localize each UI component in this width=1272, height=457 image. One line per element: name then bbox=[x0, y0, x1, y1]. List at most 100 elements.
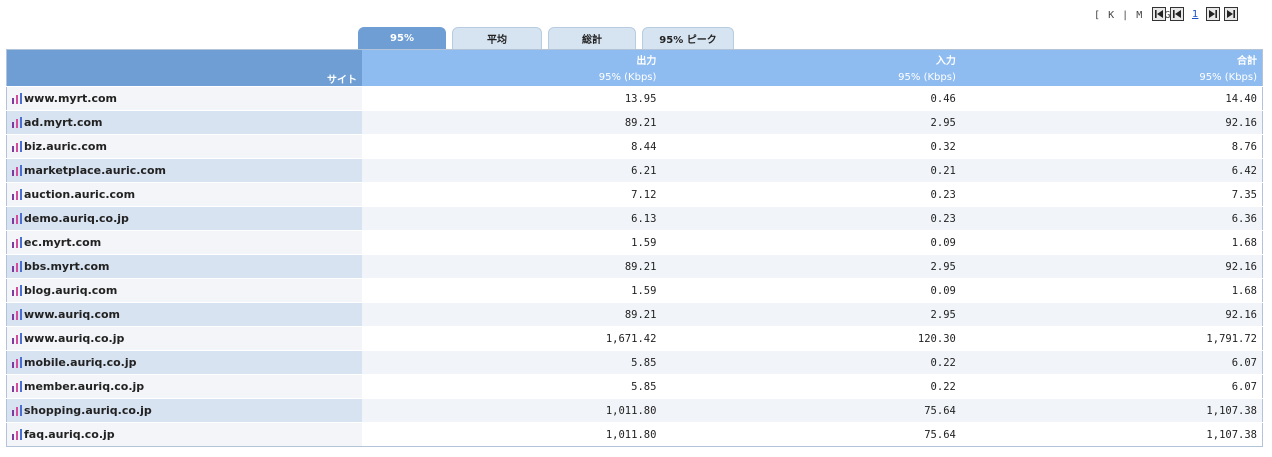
output-value: 8.44 bbox=[362, 134, 662, 159]
prev-page-button[interactable] bbox=[1170, 7, 1184, 21]
total-value: 14.40 bbox=[960, 86, 1263, 111]
input-value: 0.09 bbox=[661, 278, 961, 303]
total-value: 6.07 bbox=[960, 350, 1263, 375]
site-name[interactable]: auction.auric.com bbox=[24, 188, 135, 201]
first-page-icon bbox=[1155, 10, 1163, 18]
bar-chart-icon bbox=[12, 165, 22, 176]
site-cell[interactable]: ec.myrt.com bbox=[6, 230, 362, 255]
site-cell[interactable]: www.myrt.com bbox=[6, 86, 362, 111]
last-page-icon bbox=[1227, 10, 1236, 18]
input-value: 0.32 bbox=[661, 134, 961, 159]
bar-chart-icon bbox=[12, 285, 22, 296]
last-page-button[interactable] bbox=[1224, 7, 1239, 21]
site-name[interactable]: biz.auric.com bbox=[24, 140, 107, 153]
total-column-header[interactable]: 合計 bbox=[960, 49, 1263, 68]
page-number-link[interactable]: 1 bbox=[1188, 9, 1202, 20]
total-value: 7.35 bbox=[960, 182, 1263, 207]
site-cell[interactable]: www.auriq.com bbox=[6, 302, 362, 327]
output-value: 13.95 bbox=[362, 86, 662, 111]
site-name[interactable]: marketplace.auric.com bbox=[24, 164, 166, 177]
table-row: www.auriq.com 89.21 2.95 92.16 bbox=[6, 302, 1263, 327]
next-page-icon bbox=[1209, 10, 1218, 18]
input-value: 2.95 bbox=[661, 110, 961, 135]
site-name[interactable]: ec.myrt.com bbox=[24, 236, 101, 249]
input-value: 120.30 bbox=[661, 326, 961, 351]
total-value: 92.16 bbox=[960, 254, 1263, 279]
input-value: 0.23 bbox=[661, 182, 961, 207]
metric-tabs: 95% 平均 総計 95% ピーク bbox=[358, 27, 734, 49]
site-name[interactable]: www.auriq.com bbox=[24, 308, 120, 321]
output-value: 1,671.42 bbox=[362, 326, 662, 351]
output-value: 1,011.80 bbox=[362, 398, 662, 423]
output-column-header[interactable]: 出力 bbox=[362, 49, 662, 68]
table-row: blog.auriq.com 1.59 0.09 1.68 bbox=[6, 278, 1263, 303]
site-cell[interactable]: demo.auriq.co.jp bbox=[6, 206, 362, 231]
output-value: 5.85 bbox=[362, 350, 662, 375]
bracket-open: [ bbox=[1094, 10, 1102, 21]
bar-chart-icon bbox=[12, 405, 22, 416]
input-value: 2.95 bbox=[661, 254, 961, 279]
site-cell[interactable]: marketplace.auric.com bbox=[6, 158, 362, 183]
site-cell[interactable]: member.auriq.co.jp bbox=[6, 374, 362, 399]
output-value: 1.59 bbox=[362, 278, 662, 303]
header-row: サイト 出力 入力 合計 bbox=[6, 49, 1263, 87]
table-row: ad.myrt.com 89.21 2.95 92.16 bbox=[6, 110, 1263, 135]
site-name[interactable]: member.auriq.co.jp bbox=[24, 380, 144, 393]
tab-average[interactable]: 平均 bbox=[452, 27, 542, 49]
table-row: shopping.auriq.co.jp 1,011.80 75.64 1,107.3… bbox=[6, 398, 1263, 423]
site-name[interactable]: blog.auriq.com bbox=[24, 284, 117, 297]
bar-chart-icon bbox=[12, 237, 22, 248]
unit-k-link[interactable]: K bbox=[1108, 10, 1115, 21]
site-cell[interactable]: faq.auriq.co.jp bbox=[6, 422, 362, 447]
site-name[interactable]: demo.auriq.co.jp bbox=[24, 212, 129, 225]
output-value: 5.85 bbox=[362, 374, 662, 399]
table-row: member.auriq.co.jp 5.85 0.22 6.07 bbox=[6, 374, 1263, 399]
site-cell[interactable]: auction.auric.com bbox=[6, 182, 362, 207]
site-name[interactable]: ad.myrt.com bbox=[24, 116, 103, 129]
table-row: demo.auriq.co.jp 6.13 0.23 6.36 bbox=[6, 206, 1263, 231]
output-value: 89.21 bbox=[362, 254, 662, 279]
site-cell[interactable]: www.auriq.co.jp bbox=[6, 326, 362, 351]
bar-chart-icon bbox=[12, 381, 22, 392]
tab-95-percentile[interactable]: 95% bbox=[358, 27, 446, 49]
total-value: 6.42 bbox=[960, 158, 1263, 183]
site-cell[interactable]: mobile.auriq.co.jp bbox=[6, 350, 362, 375]
site-cell[interactable]: biz.auric.com bbox=[6, 134, 362, 159]
total-value: 92.16 bbox=[960, 302, 1263, 327]
next-page-button[interactable] bbox=[1206, 7, 1221, 21]
output-value: 6.21 bbox=[362, 158, 662, 183]
input-value: 75.64 bbox=[661, 398, 961, 423]
table-row: www.auriq.co.jp 1,671.42 120.30 1,791.72 bbox=[6, 326, 1263, 351]
bar-chart-icon bbox=[12, 429, 22, 440]
site-name[interactable]: shopping.auriq.co.jp bbox=[24, 404, 152, 417]
total-value: 8.76 bbox=[960, 134, 1263, 159]
table-row: ec.myrt.com 1.59 0.09 1.68 bbox=[6, 230, 1263, 255]
output-value: 89.21 bbox=[362, 302, 662, 327]
input-value: 2.95 bbox=[661, 302, 961, 327]
table-body: www.myrt.com 13.95 0.46 14.40 ad.myrt.com 89.… bbox=[6, 86, 1263, 447]
separator: | bbox=[1122, 10, 1130, 21]
input-value: 0.22 bbox=[661, 350, 961, 375]
input-value: 0.46 bbox=[661, 86, 961, 111]
output-value: 89.21 bbox=[362, 110, 662, 135]
bar-chart-icon bbox=[12, 189, 22, 200]
site-cell[interactable]: shopping.auriq.co.jp bbox=[6, 398, 362, 423]
output-value: 7.12 bbox=[362, 182, 662, 207]
tab-total[interactable]: 総計 bbox=[548, 27, 636, 49]
input-value: 0.21 bbox=[661, 158, 961, 183]
site-cell[interactable]: ad.myrt.com bbox=[6, 110, 362, 135]
site-name[interactable]: mobile.auriq.co.jp bbox=[24, 356, 136, 369]
site-cell[interactable]: blog.auriq.com bbox=[6, 278, 362, 303]
site-name[interactable]: www.myrt.com bbox=[24, 92, 117, 105]
first-page-button[interactable] bbox=[1152, 7, 1166, 21]
site-name[interactable]: www.auriq.co.jp bbox=[24, 332, 124, 345]
input-column-header[interactable]: 入力 bbox=[661, 49, 961, 68]
total-value: 1,107.38 bbox=[960, 422, 1263, 447]
site-name[interactable]: faq.auriq.co.jp bbox=[24, 428, 115, 441]
bar-chart-icon bbox=[12, 261, 22, 272]
tab-95-peak[interactable]: 95% ピーク bbox=[642, 27, 734, 49]
unit-m-link[interactable]: M bbox=[1136, 10, 1143, 21]
site-cell[interactable]: bbs.myrt.com bbox=[6, 254, 362, 279]
site-column-header[interactable]: サイト bbox=[6, 49, 362, 87]
site-name[interactable]: bbs.myrt.com bbox=[24, 260, 110, 273]
